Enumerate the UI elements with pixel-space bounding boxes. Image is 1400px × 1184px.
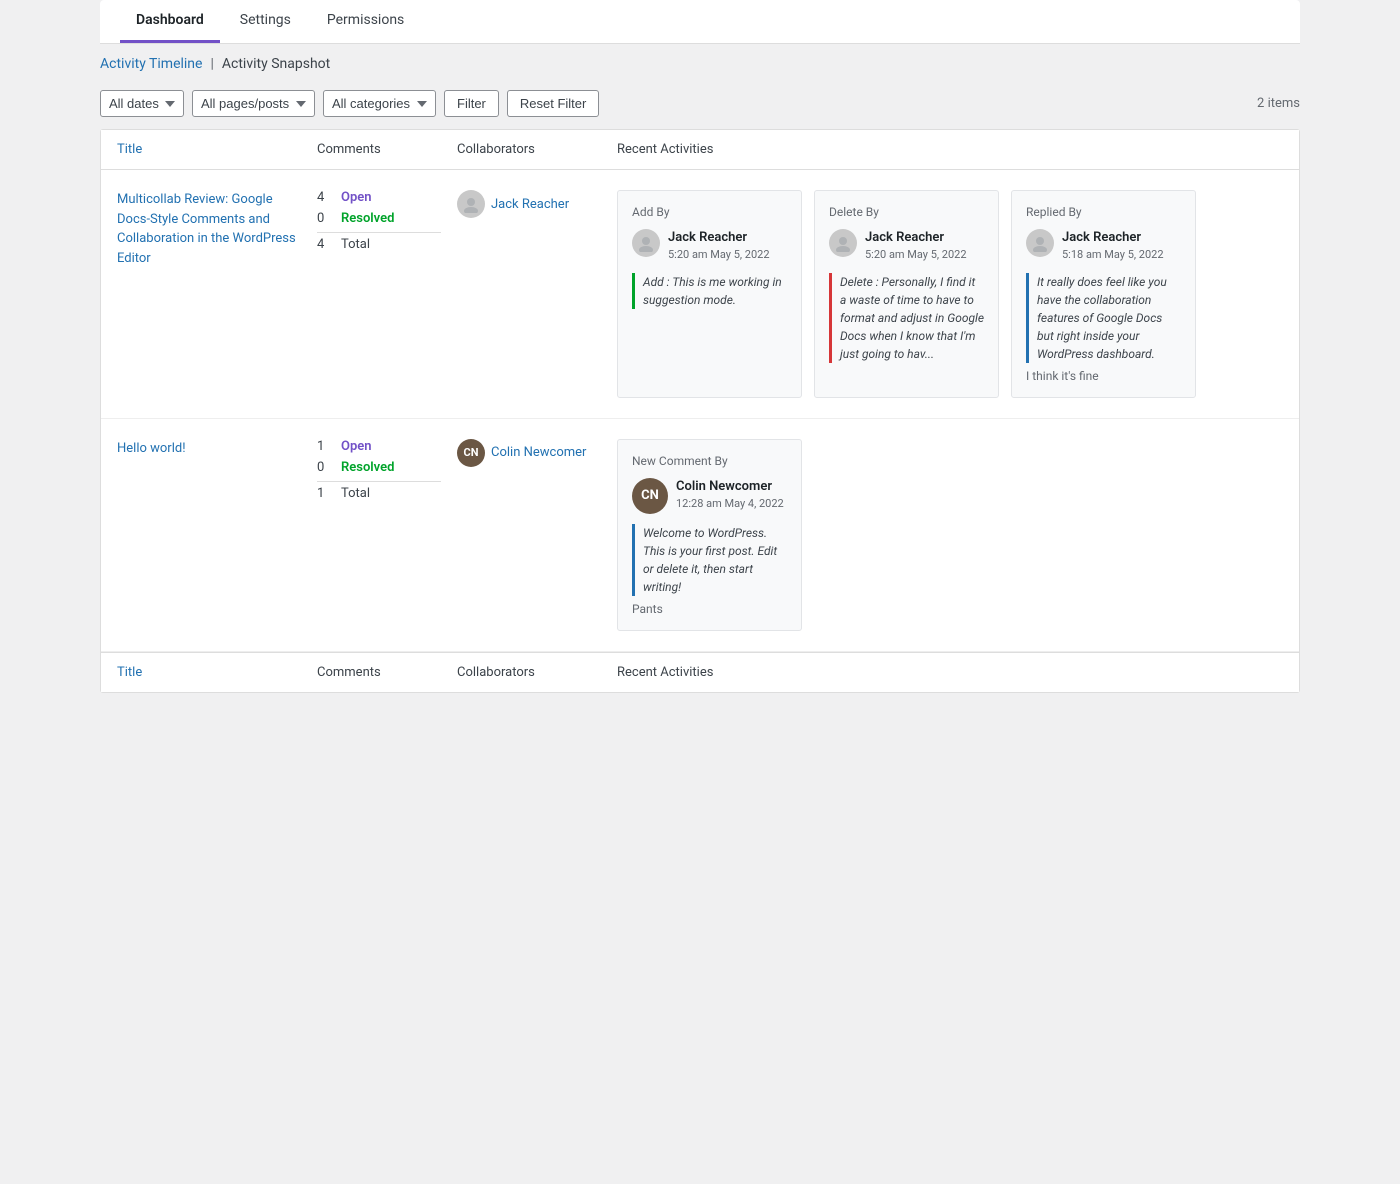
activity-card: Replied By Jack Reacher 5:18 am May 5, 2… xyxy=(1011,190,1196,398)
table-header: Title Comments Collaborators Recent Acti… xyxy=(101,130,1299,170)
avatar xyxy=(457,190,485,218)
row-comments-cell: 4 Open 0 Resolved 4 Total xyxy=(317,190,457,252)
header-collaborators: Collaborators xyxy=(457,142,617,157)
activity-user-info: Jack Reacher 5:18 am May 5, 2022 xyxy=(1062,229,1164,263)
activity-content: Delete : Personally, I find it a waste o… xyxy=(829,273,984,363)
table-footer: Title Comments Collaborators Recent Acti… xyxy=(101,652,1299,692)
activity-card: Delete By Jack Reacher 5:20 am May 5, 20… xyxy=(814,190,999,398)
reset-filter-button[interactable]: Reset Filter xyxy=(507,90,599,117)
total-label: Total xyxy=(341,486,370,501)
activity-user-info: Jack Reacher 5:20 am May 5, 2022 xyxy=(668,229,770,263)
activity-user-info: Jack Reacher 5:20 am May 5, 2022 xyxy=(865,229,967,263)
resolved-label: Resolved xyxy=(341,460,394,475)
breadcrumb: Activity Timeline | Activity Snapshot xyxy=(100,44,1300,82)
activity-user-row: CN Colin Newcomer 12:28 am May 4, 2022 xyxy=(632,478,787,514)
pages-filter[interactable]: All pages/posts xyxy=(192,90,315,117)
top-navigation: Dashboard Settings Permissions xyxy=(100,0,1300,44)
row-collaborators-cell: CN Colin Newcomer xyxy=(457,439,617,467)
activity-user-name: Colin Newcomer xyxy=(676,478,784,496)
footer-collaborators: Collaborators xyxy=(457,665,617,680)
activity-user-row: Jack Reacher 5:20 am May 5, 2022 xyxy=(829,229,984,263)
table-row: Hello world! 1 Open 0 Resolved 1 Total xyxy=(101,419,1299,652)
activity-user-row: Jack Reacher 5:20 am May 5, 2022 xyxy=(632,229,787,263)
row-title-cell: Hello world! xyxy=(117,439,317,459)
row-title-cell: Multicollab Review: Google Docs-Style Co… xyxy=(117,190,317,268)
breadcrumb-separator: | xyxy=(210,56,213,72)
activity-user-name: Jack Reacher xyxy=(1062,229,1164,247)
resolved-label: Resolved xyxy=(341,211,394,226)
header-comments: Comments xyxy=(317,142,457,157)
footer-title: Title xyxy=(117,665,317,680)
tab-dashboard[interactable]: Dashboard xyxy=(120,0,220,43)
activity-user-time: 5:18 am May 5, 2022 xyxy=(1062,247,1164,262)
activity-user-name: Jack Reacher xyxy=(668,229,770,247)
filter-button[interactable]: Filter xyxy=(444,90,499,117)
activity-card: New Comment By CN Colin Newcomer 12:28 a… xyxy=(617,439,802,631)
tab-settings[interactable]: Settings xyxy=(224,0,307,43)
item-count: 2 items xyxy=(1257,96,1300,111)
header-activities: Recent Activities xyxy=(617,142,1283,157)
activity-label: Add By xyxy=(632,205,787,219)
date-filter[interactable]: All dates xyxy=(100,90,184,117)
collaborator-item[interactable]: Jack Reacher xyxy=(457,190,601,218)
activity-user-name: Jack Reacher xyxy=(865,229,967,247)
activity-label: New Comment By xyxy=(632,454,787,468)
avatar: CN xyxy=(632,478,668,514)
activity-footer: Pants xyxy=(632,602,787,616)
resolved-count: 0 xyxy=(317,211,333,226)
post-title-link[interactable]: Hello world! xyxy=(117,441,186,456)
row-activities-cell: New Comment By CN Colin Newcomer 12:28 a… xyxy=(617,439,1283,631)
activity-label: Replied By xyxy=(1026,205,1181,219)
row-collaborators-cell: Jack Reacher xyxy=(457,190,617,218)
table-row: Multicollab Review: Google Docs-Style Co… xyxy=(101,170,1299,419)
activity-footer: I think it's fine xyxy=(1026,369,1181,383)
activity-label: Delete By xyxy=(829,205,984,219)
breadcrumb-current: Activity Snapshot xyxy=(222,56,330,72)
row-comments-cell: 1 Open 0 Resolved 1 Total xyxy=(317,439,457,501)
total-count: 1 xyxy=(317,486,333,501)
breadcrumb-link[interactable]: Activity Timeline xyxy=(100,56,202,72)
avatar xyxy=(829,229,857,257)
avatar: CN xyxy=(457,439,485,467)
footer-activities: Recent Activities xyxy=(617,665,1283,680)
avatar xyxy=(632,229,660,257)
row-activities-cell: Add By Jack Reacher 5:20 am May 5, 2022 xyxy=(617,190,1283,398)
categories-filter[interactable]: All categories xyxy=(323,90,436,117)
activity-content: Welcome to WordPress. This is your first… xyxy=(632,524,787,596)
open-count: 4 xyxy=(317,190,333,205)
activity-content: Add : This is me working in suggestion m… xyxy=(632,273,787,309)
header-title: Title xyxy=(117,142,317,157)
activity-content: It really does feel like you have the co… xyxy=(1026,273,1181,363)
collaborator-item[interactable]: CN Colin Newcomer xyxy=(457,439,601,467)
activity-user-time: 5:20 am May 5, 2022 xyxy=(668,247,770,262)
collaborator-name: Colin Newcomer xyxy=(491,445,586,460)
activity-user-time: 12:28 am May 4, 2022 xyxy=(676,496,784,511)
open-label: Open xyxy=(341,190,372,205)
tab-permissions[interactable]: Permissions xyxy=(311,0,420,43)
main-table: Title Comments Collaborators Recent Acti… xyxy=(100,129,1300,693)
activity-user-time: 5:20 am May 5, 2022 xyxy=(865,247,967,262)
avatar xyxy=(1026,229,1054,257)
activity-user-row: Jack Reacher 5:18 am May 5, 2022 xyxy=(1026,229,1181,263)
collaborator-name: Jack Reacher xyxy=(491,197,569,212)
open-label: Open xyxy=(341,439,372,454)
total-label: Total xyxy=(341,237,370,252)
open-count: 1 xyxy=(317,439,333,454)
total-count: 4 xyxy=(317,237,333,252)
footer-comments: Comments xyxy=(317,665,457,680)
activity-card: Add By Jack Reacher 5:20 am May 5, 2022 xyxy=(617,190,802,398)
resolved-count: 0 xyxy=(317,460,333,475)
filter-bar: All dates All pages/posts All categories… xyxy=(100,82,1300,129)
activity-user-info: Colin Newcomer 12:28 am May 4, 2022 xyxy=(676,478,784,512)
post-title-link[interactable]: Multicollab Review: Google Docs-Style Co… xyxy=(117,192,296,266)
